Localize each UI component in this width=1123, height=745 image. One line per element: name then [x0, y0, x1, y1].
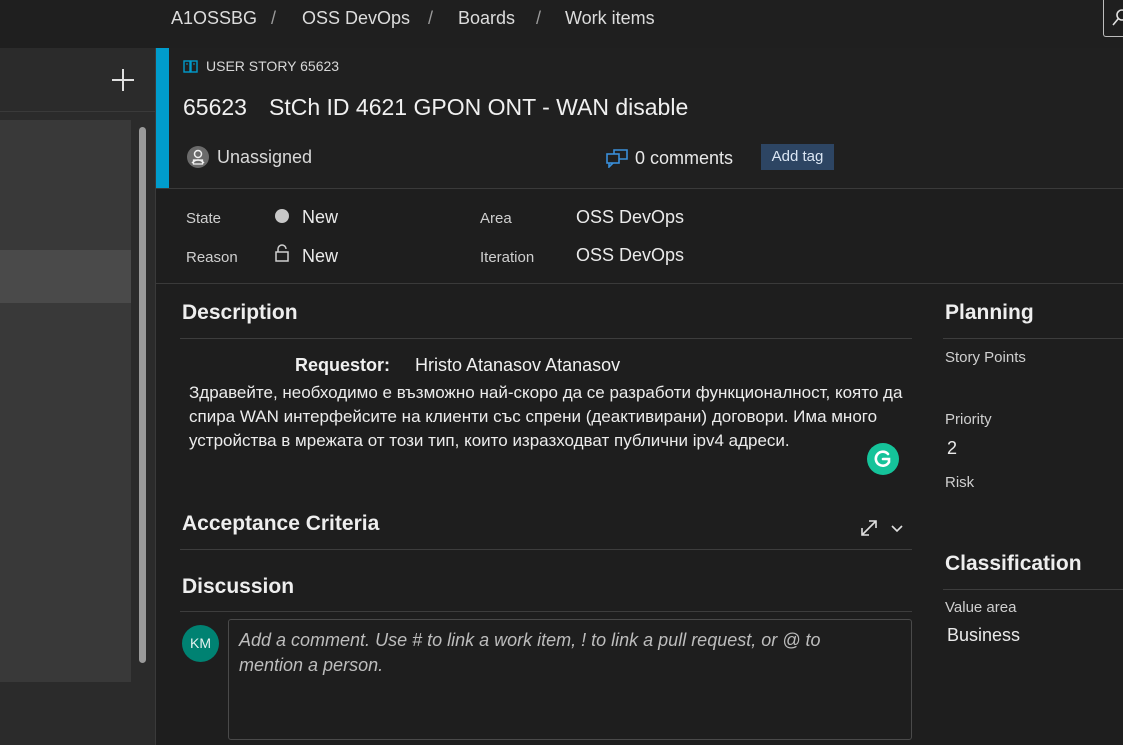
- section-divider: [180, 338, 912, 339]
- list-item-selected[interactable]: [0, 250, 131, 303]
- user-avatar-icon[interactable]: [186, 145, 210, 169]
- section-divider: [943, 589, 1123, 590]
- avatar: KM: [182, 625, 219, 662]
- add-tag-button[interactable]: Add tag: [761, 144, 834, 170]
- value-area-label: Value area: [945, 599, 1017, 616]
- breadcrumb-project[interactable]: OSS DevOps: [302, 8, 410, 29]
- breadcrumb-organization[interactable]: A1OSSBG: [171, 8, 257, 29]
- top-breadcrumb-bar: A1OSSBG / OSS DevOps / Boards / Work ite…: [0, 0, 1123, 48]
- work-item-list[interactable]: [0, 120, 131, 682]
- area-field[interactable]: OSS DevOps: [576, 207, 684, 228]
- planning-heading: Planning: [945, 301, 1034, 324]
- state-dropdown[interactable]: New: [302, 207, 338, 228]
- breadcrumb-boards[interactable]: Boards: [458, 8, 515, 29]
- lock-icon: [275, 244, 289, 262]
- breadcrumb-separator: /: [271, 8, 277, 28]
- priority-field[interactable]: 2: [947, 438, 957, 459]
- acceptance-criteria-heading[interactable]: Acceptance Criteria: [182, 512, 379, 536]
- fields-area: [156, 189, 1123, 283]
- expand-icon[interactable]: [859, 518, 879, 538]
- search-button[interactable]: [1103, 0, 1123, 37]
- iteration-field[interactable]: OSS DevOps: [576, 245, 684, 266]
- comment-placeholder: Add a comment. Use # to link a work item…: [239, 630, 821, 675]
- section-divider: [180, 549, 912, 550]
- requestor-label: Requestor:: [295, 355, 391, 375]
- work-item-title[interactable]: StCh ID 4621 GPON ONT - WAN disable: [269, 94, 688, 121]
- work-item-id: 65623: [183, 94, 247, 120]
- divider: [156, 283, 1123, 284]
- reason-field: New: [302, 246, 339, 266]
- value-area-field[interactable]: Business: [947, 625, 1020, 646]
- book-icon: [183, 60, 198, 73]
- plus-icon: [112, 69, 134, 91]
- priority-label: Priority: [945, 411, 992, 428]
- breadcrumb-separator: /: [536, 8, 542, 28]
- risk-label: Risk: [945, 474, 975, 491]
- scrollbar[interactable]: [139, 127, 146, 663]
- description-text[interactable]: Здравейте, необходимо е възможно най-ско…: [189, 381, 909, 453]
- breadcrumb-separator: /: [428, 8, 434, 28]
- area-label: Area: [480, 210, 512, 227]
- section-divider: [180, 611, 912, 612]
- description-heading: Description: [182, 301, 298, 324]
- comments-icon[interactable]: [606, 148, 628, 168]
- discussion-heading: Discussion: [182, 575, 295, 598]
- classification-heading: Classification: [945, 552, 1082, 575]
- grammarly-icon: [874, 450, 891, 467]
- requestor-value: Hristo Atanasov Atanasov: [415, 355, 621, 375]
- work-item-type-accent: [156, 48, 169, 188]
- reason-label: Reason: [186, 249, 238, 266]
- work-item-type-label: USER STORY 65623: [206, 58, 340, 74]
- comments-count-link[interactable]: 0 comments: [635, 148, 733, 169]
- search-icon: [1112, 9, 1123, 26]
- state-label: State: [186, 210, 222, 227]
- chevron-down-icon[interactable]: [889, 521, 905, 537]
- add-button[interactable]: [108, 62, 138, 98]
- grammarly-button[interactable]: [867, 443, 899, 475]
- breadcrumb-work-items[interactable]: Work items: [565, 8, 655, 29]
- section-divider: [943, 338, 1123, 339]
- assignee-field[interactable]: Unassigned: [217, 147, 312, 168]
- story-points-label: Story Points: [945, 349, 1026, 366]
- iteration-label: Iteration: [480, 249, 535, 266]
- state-dot-icon: [275, 209, 289, 223]
